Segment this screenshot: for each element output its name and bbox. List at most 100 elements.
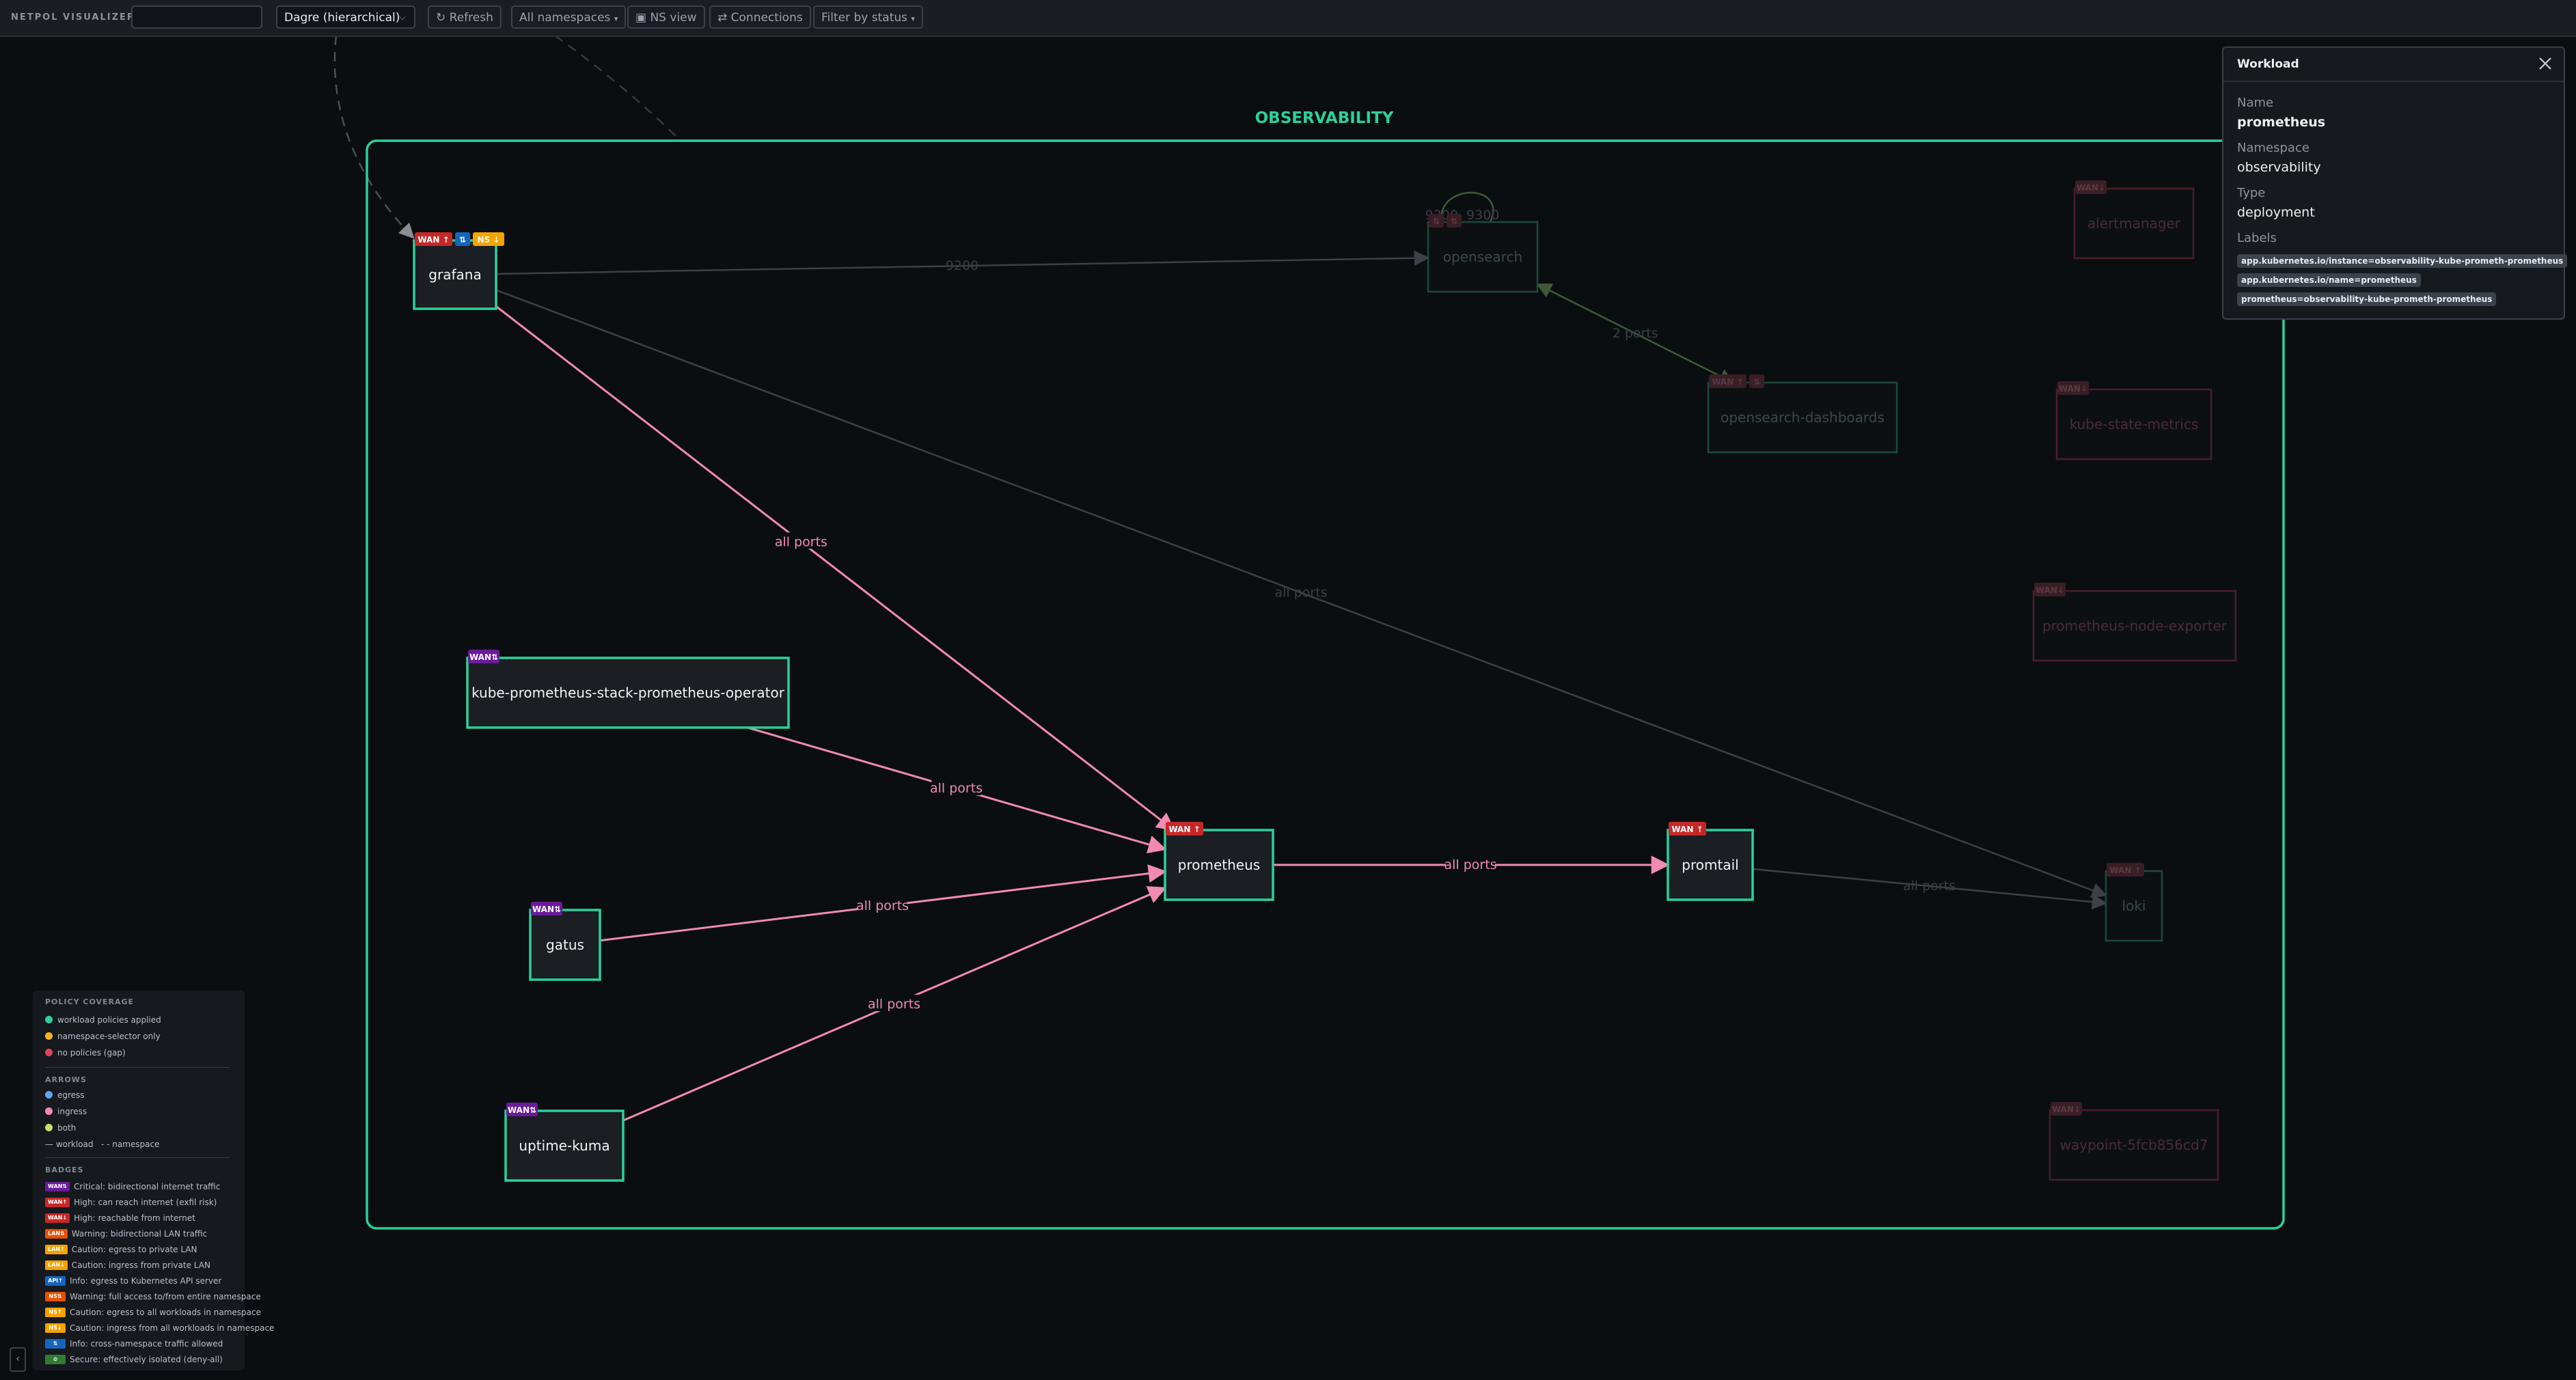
status-dot-green-icon bbox=[45, 1016, 53, 1023]
badge-legend-item: LAN↓ Caution: ingress from private LAN bbox=[45, 1260, 210, 1271]
both-dot-icon bbox=[45, 1124, 53, 1131]
refresh-button[interactable]: ↻ Refresh bbox=[428, 5, 502, 29]
badge-description: Info: egress to Kubernetes API server bbox=[70, 1276, 222, 1286]
status-badge-text: ⇅ bbox=[1433, 217, 1440, 226]
status-badge-text: ⇅ bbox=[459, 235, 466, 245]
namespace-edge-incoming bbox=[333, 35, 415, 239]
badge-icon: NS↓ bbox=[45, 1323, 66, 1333]
edge-label: all ports bbox=[930, 781, 983, 796]
workload-node-grafana[interactable]: grafana WAN ↑ ⇅ NS ↓ bbox=[413, 232, 504, 310]
workload-node-nodeexp[interactable]: prometheus-node-exporter WAN↓ bbox=[2032, 583, 2237, 662]
edge-label: all ports bbox=[1903, 879, 1956, 894]
status-badge-text: ⇅ bbox=[1753, 377, 1760, 387]
badge-icon: LAN↓ bbox=[45, 1260, 68, 1270]
badge-description: High: can reach internet (exfil risk) bbox=[74, 1198, 217, 1207]
labels-label: Labels bbox=[2237, 231, 2277, 245]
status-dot-red-icon bbox=[45, 1049, 53, 1056]
edge[interactable]: 9200 bbox=[495, 250, 1430, 275]
workload-node-alertmanager[interactable]: alertmanager WAN↓ bbox=[2073, 180, 2195, 260]
workload-node-loki[interactable]: loki WAN ↑ bbox=[2105, 863, 2163, 942]
badge-icon: WAN⇅ bbox=[45, 1181, 70, 1191]
ingress-dot-icon bbox=[45, 1107, 53, 1115]
node-label: uptime-kuma bbox=[519, 1137, 609, 1154]
edge[interactable]: all ports bbox=[1752, 868, 2108, 910]
edge-label: all ports bbox=[868, 997, 920, 1012]
status-dot-yellow-icon bbox=[45, 1032, 53, 1040]
edge[interactable]: all ports bbox=[1273, 855, 1670, 874]
node-label: kube-state-metrics bbox=[2070, 416, 2199, 432]
type-value: deployment bbox=[2237, 205, 2315, 220]
workload-node-gatus[interactable]: gatus WAN⇅ bbox=[529, 902, 601, 981]
badge-legend-item: ⊘ Secure: effectively isolated (deny-all) bbox=[45, 1354, 223, 1365]
caret-down-icon: ▾ bbox=[614, 14, 618, 23]
namespace-label: Namespace bbox=[2237, 141, 2310, 155]
edge[interactable]: 2 ports bbox=[1535, 284, 1735, 384]
badges-heading: BADGES bbox=[45, 1165, 84, 1174]
edge[interactable]: all ports bbox=[622, 886, 1167, 1122]
status-filter-label: Filter by status bbox=[821, 11, 907, 25]
badge-icon: NS⇅ bbox=[45, 1291, 66, 1301]
badge-icon: NS↑ bbox=[45, 1307, 66, 1317]
badge-legend-item: ⇅ Info: cross-namespace traffic allowed bbox=[45, 1338, 223, 1349]
status-badge-text: WAN ↑ bbox=[1671, 825, 1703, 834]
policy-coverage-heading: POLICY COVERAGE bbox=[45, 997, 135, 1006]
namespace-value: observability bbox=[2237, 160, 2321, 175]
status-badge-text: WAN ↑ bbox=[1168, 825, 1200, 834]
edge[interactable]: all ports bbox=[495, 305, 1176, 831]
ns-view-button[interactable]: ▣ NS view bbox=[627, 5, 705, 29]
edge-label: 2 ports bbox=[1613, 326, 1658, 341]
node-label: opensearch bbox=[1443, 249, 1522, 265]
node-label: prometheus bbox=[1178, 857, 1260, 873]
edge-label: all ports bbox=[1274, 585, 1327, 601]
workload-node-uptime[interactable]: uptime-kuma WAN⇅ bbox=[504, 1103, 625, 1182]
edge[interactable]: all ports bbox=[495, 289, 2108, 898]
edge[interactable]: all ports bbox=[747, 726, 1167, 854]
status-badge-text: WAN↓ bbox=[2052, 1105, 2081, 1114]
namespace-title: OBSERVABILITY bbox=[1255, 109, 1394, 127]
connections-button[interactable]: ⇄ Connections bbox=[709, 5, 811, 29]
workload-node-promtail[interactable]: promtail WAN ↑ bbox=[1667, 822, 1754, 901]
badge-icon: API↑ bbox=[45, 1275, 66, 1286]
arrows-heading: ARROWS bbox=[45, 1075, 87, 1084]
node-label: grafana bbox=[428, 266, 481, 283]
status-badge-text: WAN⇅ bbox=[469, 652, 498, 662]
status-badge-text: WAN↓ bbox=[2059, 384, 2087, 394]
badge-description: High: reachable from internet bbox=[74, 1213, 195, 1223]
chevron-down-icon: ⌵ bbox=[399, 12, 406, 23]
namespace-edge-outgoing bbox=[554, 34, 681, 141]
badge-icon: ⊘ bbox=[45, 1354, 66, 1364]
workload-node-prometheus[interactable]: prometheus WAN ↑ bbox=[1164, 822, 1274, 901]
legend-item: workload policies applied bbox=[45, 1015, 161, 1025]
search-input[interactable] bbox=[131, 5, 262, 29]
badge-legend-item: NS⇅ Warning: full access to/from entire n… bbox=[45, 1291, 261, 1302]
edge[interactable]: all ports bbox=[599, 864, 1167, 942]
label-chip: prometheus=observability-kube-prometh-pr… bbox=[2237, 292, 2497, 306]
workload-node-opensearch[interactable]: opensearch ⇅ ⇅ bbox=[1427, 214, 1539, 293]
edge-label: all ports bbox=[775, 534, 827, 549]
badge-legend-item: NS↑ Caution: egress to all workloads in n… bbox=[45, 1307, 261, 1318]
legend-line-types: — workload - - namespace bbox=[45, 1140, 160, 1149]
legend-collapse-button[interactable]: ‹ bbox=[10, 1347, 26, 1372]
divider bbox=[45, 1067, 230, 1068]
layout-select[interactable]: Dagre (hierarchical) ⌵ bbox=[276, 5, 415, 29]
status-filter-dropdown[interactable]: Filter by status ▾ bbox=[813, 5, 923, 29]
badge-legend-item: API↑ Info: egress to Kubernetes API serve… bbox=[45, 1275, 222, 1286]
badge-description: Warning: full access to/from entire name… bbox=[70, 1292, 261, 1301]
workload-node-operator[interactable]: kube-prometheus-stack-prometheus-operato… bbox=[466, 650, 790, 729]
badge-icon: WAN↓ bbox=[45, 1213, 70, 1223]
workload-node-osd[interactable]: opensearch-dashboards WAN ↑ ⇅ bbox=[1707, 374, 1898, 454]
node-label: gatus bbox=[546, 937, 584, 953]
legend-item: egress bbox=[45, 1090, 85, 1100]
badge-icon: LAN↑ bbox=[45, 1244, 68, 1254]
badge-description: Secure: effectively isolated (deny-all) bbox=[70, 1355, 223, 1364]
workload-node-waypoint[interactable]: waypoint-5fcb856cd7 WAN↓ bbox=[2049, 1102, 2219, 1181]
close-icon[interactable] bbox=[2536, 55, 2554, 72]
name-value: prometheus bbox=[2237, 115, 2326, 130]
workload-node-ksm[interactable]: kube-state-metrics WAN↓ bbox=[2055, 381, 2212, 460]
graph-canvas[interactable]: OBSERVABILITY all ports all ports all port… bbox=[0, 0, 2576, 1380]
label-chip: app.kubernetes.io/instance=observability… bbox=[2237, 254, 2568, 268]
node-label: loki bbox=[2122, 898, 2146, 914]
type-label: Type bbox=[2237, 186, 2266, 200]
namespaces-dropdown[interactable]: All namespaces ▾ bbox=[511, 5, 627, 29]
status-badge-text: WAN↓ bbox=[2077, 183, 2105, 193]
